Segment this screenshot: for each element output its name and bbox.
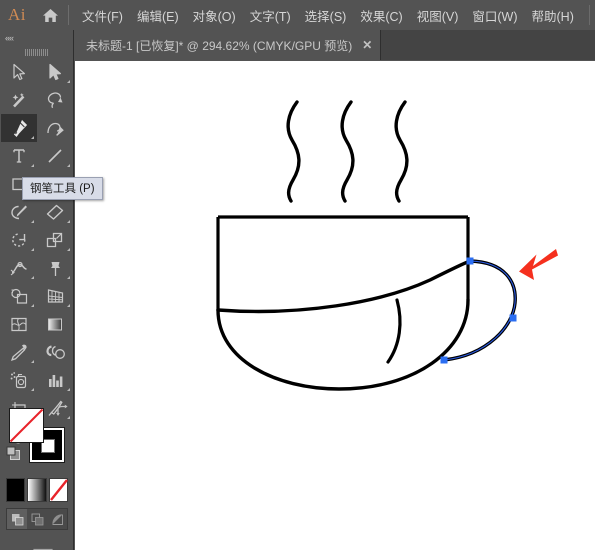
menu-end-separator	[588, 5, 590, 25]
default-fill-stroke-icon[interactable]	[6, 446, 21, 466]
flyout-corner-icon	[67, 276, 70, 279]
anchor-point-top[interactable]	[466, 257, 474, 265]
steam-curve-1	[286, 100, 301, 203]
flyout-corner-icon	[67, 220, 70, 223]
tab-strip: 未标题-1 [已恢复]* @ 294.62% (CMYK/GPU 预览) ✕	[74, 30, 382, 60]
fill-swatch[interactable]	[9, 408, 44, 443]
type-tool[interactable]	[1, 142, 37, 170]
cup-bowl-outline	[216, 298, 470, 391]
menu-view[interactable]: 视图(V)	[410, 0, 466, 30]
draw-normal-mode[interactable]	[7, 509, 27, 529]
flyout-corner-icon	[31, 136, 34, 139]
menu-help[interactable]: 帮助(H)	[525, 0, 581, 30]
direct-selection-tool[interactable]	[37, 58, 73, 86]
free-transform-tool[interactable]	[37, 254, 73, 282]
mesh-tool[interactable]	[1, 310, 37, 338]
panel-drag-grip[interactable]	[0, 46, 73, 58]
pen-tool-tooltip: 钢笔工具 (P)	[22, 177, 103, 200]
selection-tool[interactable]	[1, 58, 37, 86]
width-tool[interactable]	[1, 254, 37, 282]
steam-curve-2	[340, 100, 355, 203]
menu-separator	[68, 5, 69, 25]
anchor-point-bottom[interactable]	[440, 356, 448, 364]
draw-inside-mode[interactable]	[47, 509, 67, 529]
shaper-tool[interactable]	[1, 198, 37, 226]
artboard-canvas[interactable]	[75, 61, 595, 550]
document-tab[interactable]: 未标题-1 [已恢复]* @ 294.62% (CMYK/GPU 预览) ✕	[74, 30, 382, 60]
fill-stroke-controls	[0, 402, 74, 470]
tool-grid	[0, 58, 73, 450]
eyedropper-tool[interactable]	[1, 338, 37, 366]
close-icon[interactable]: ✕	[362, 39, 372, 51]
gradient-mode-button[interactable]	[27, 478, 47, 502]
color-swatch-area	[0, 402, 74, 550]
menu-select[interactable]: 选择(S)	[298, 0, 354, 30]
flyout-corner-icon	[31, 276, 34, 279]
symbol-sprayer-tool[interactable]	[1, 366, 37, 394]
handle-selection-highlight	[443, 260, 516, 361]
menu-file[interactable]: 文件(F)	[75, 0, 130, 30]
scale-tool[interactable]	[37, 226, 73, 254]
flyout-corner-icon	[31, 220, 34, 223]
menu-object[interactable]: 对象(O)	[186, 0, 243, 30]
home-icon[interactable]	[34, 0, 66, 30]
tools-panel: «« 钢笔工具 (P)	[0, 30, 103, 550]
curvature-tool[interactable]	[37, 114, 73, 142]
menu-type[interactable]: 文字(T)	[243, 0, 298, 30]
lasso-tool[interactable]	[37, 86, 73, 114]
line-segment-tool[interactable]	[37, 142, 73, 170]
flyout-corner-icon	[67, 248, 70, 251]
coffee-cup-illustration	[216, 100, 558, 391]
document-tab-bar: 未标题-1 [已恢复]* @ 294.62% (CMYK/GPU 预览) ✕	[0, 30, 595, 60]
gradient-tool[interactable]	[37, 310, 73, 338]
app-logo: Ai	[8, 5, 26, 24]
drawing-mode-row	[6, 508, 68, 530]
flyout-corner-icon	[31, 164, 34, 167]
none-slash-icon	[9, 408, 44, 443]
blend-tool[interactable]	[37, 338, 73, 366]
change-screen-mode-button[interactable]	[0, 542, 74, 550]
flyout-corner-icon	[31, 360, 34, 363]
flyout-corner-icon	[31, 248, 34, 251]
magic-wand-tool[interactable]	[1, 86, 37, 114]
red-pointer-arrow	[519, 249, 558, 280]
flyout-corner-icon	[67, 80, 70, 83]
color-mode-button[interactable]	[6, 478, 26, 502]
collapse-panel-icon[interactable]: ««	[0, 30, 73, 46]
menu-window[interactable]: 窗口(W)	[465, 0, 524, 30]
cup-liquid-sweep	[216, 259, 472, 314]
cup-handle-path[interactable]	[442, 259, 517, 362]
flyout-corner-icon	[67, 388, 70, 391]
flyout-corner-icon	[67, 304, 70, 307]
steam-curve-3	[394, 100, 409, 203]
draw-behind-mode[interactable]	[27, 509, 47, 529]
shape-builder-tool[interactable]	[1, 282, 37, 310]
document-tab-title: 未标题-1 [已恢复]* @ 294.62% (CMYK/GPU 预览)	[86, 38, 353, 53]
anchor-point-right[interactable]	[509, 314, 517, 322]
flyout-corner-icon	[31, 388, 34, 391]
menu-bar: Ai 文件(F) 编辑(E) 对象(O) 文字(T) 选择(S) 效果(C) 视…	[0, 0, 595, 30]
pen-tool[interactable]	[1, 114, 37, 142]
flyout-corner-icon	[67, 164, 70, 167]
rotate-tool[interactable]	[1, 226, 37, 254]
color-mode-row	[6, 478, 68, 502]
cup-inner-accent-line	[386, 298, 402, 364]
eraser-tool[interactable]	[37, 198, 73, 226]
none-mode-button[interactable]	[48, 478, 68, 502]
menu-effect[interactable]: 效果(C)	[353, 0, 409, 30]
perspective-grid-tool[interactable]	[37, 282, 73, 310]
swap-arrow-icon[interactable]	[55, 404, 69, 423]
flyout-corner-icon	[31, 304, 34, 307]
column-graph-tool[interactable]	[37, 366, 73, 394]
menu-edit[interactable]: 编辑(E)	[130, 0, 186, 30]
